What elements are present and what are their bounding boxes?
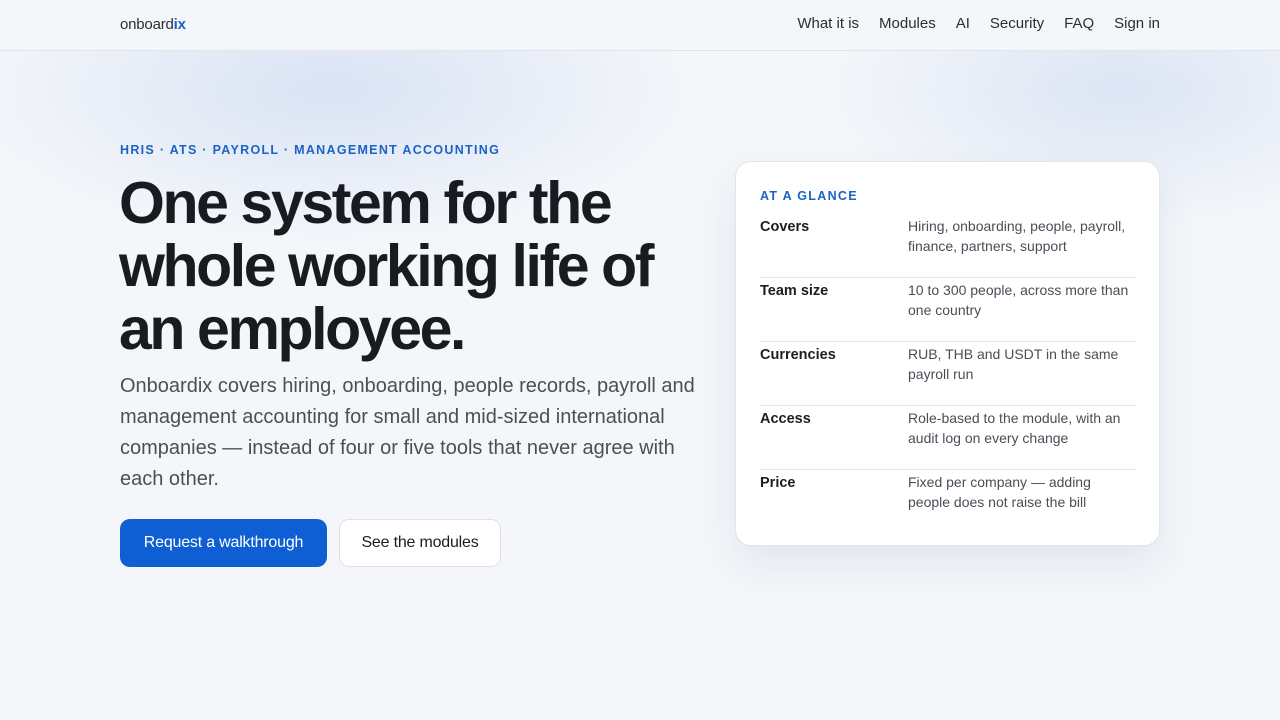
- glance-row-currencies: Currencies RUB, THB and USDT in the same…: [760, 342, 1136, 406]
- row-value: 10 to 300 people, across more than one c…: [908, 282, 1129, 318]
- brand-logo[interactable]: onboardix: [120, 16, 186, 33]
- row-label: Team size: [760, 283, 829, 299]
- nav-link-sign-in[interactable]: Sign in: [1114, 15, 1160, 32]
- top-navigation-bar: onboardix What it is Modules AI Security…: [0, 0, 1280, 51]
- glance-rows: Covers Hiring, onboarding, people, payro…: [760, 214, 1136, 534]
- glance-row-team-size: Team size 10 to 300 people, across more …: [760, 278, 1136, 342]
- nav-link-security[interactable]: Security: [990, 15, 1044, 32]
- row-label: Price: [760, 475, 796, 491]
- logo-text-main: onboard: [120, 16, 174, 33]
- logo-text-accent: ix: [173, 16, 186, 33]
- hero-headline: One system for the whole working life of…: [119, 170, 654, 362]
- row-value: Hiring, onboarding, people, payroll, fin…: [908, 218, 1126, 254]
- main-nav: What it is Modules AI Security FAQ Sign …: [797, 15, 1160, 32]
- glance-row-covers: Covers Hiring, onboarding, people, payro…: [760, 214, 1136, 278]
- glance-row-price: Price Fixed per company — adding people …: [760, 470, 1136, 534]
- row-value: Role-based to the module, with an audit …: [908, 410, 1121, 446]
- hero-description: Onboardix covers hiring, onboarding, peo…: [120, 375, 695, 490]
- card-title: AT A GLANCE: [760, 189, 858, 203]
- row-label: Covers: [760, 219, 810, 235]
- row-value: RUB, THB and USDT in the same payroll ru…: [908, 346, 1119, 382]
- nav-link-modules[interactable]: Modules: [879, 15, 936, 32]
- see-modules-button[interactable]: See the modules: [339, 519, 501, 567]
- glance-row-access: Access Role-based to the module, with an…: [760, 406, 1136, 470]
- hero-eyebrow: HRIS · ATS · PAYROLL · MANAGEMENT ACCOUN…: [120, 143, 501, 157]
- nav-link-ai[interactable]: AI: [956, 15, 970, 32]
- request-walkthrough-button[interactable]: Request a walkthrough: [120, 519, 327, 567]
- row-value: Fixed per company — adding people does n…: [908, 474, 1091, 510]
- nav-link-what-it-is[interactable]: What it is: [797, 15, 859, 32]
- at-a-glance-card: AT A GLANCE Covers Hiring, onboarding, p…: [735, 161, 1160, 546]
- row-label: Currencies: [760, 347, 836, 363]
- nav-link-faq[interactable]: FAQ: [1064, 15, 1094, 32]
- row-label: Access: [760, 411, 811, 427]
